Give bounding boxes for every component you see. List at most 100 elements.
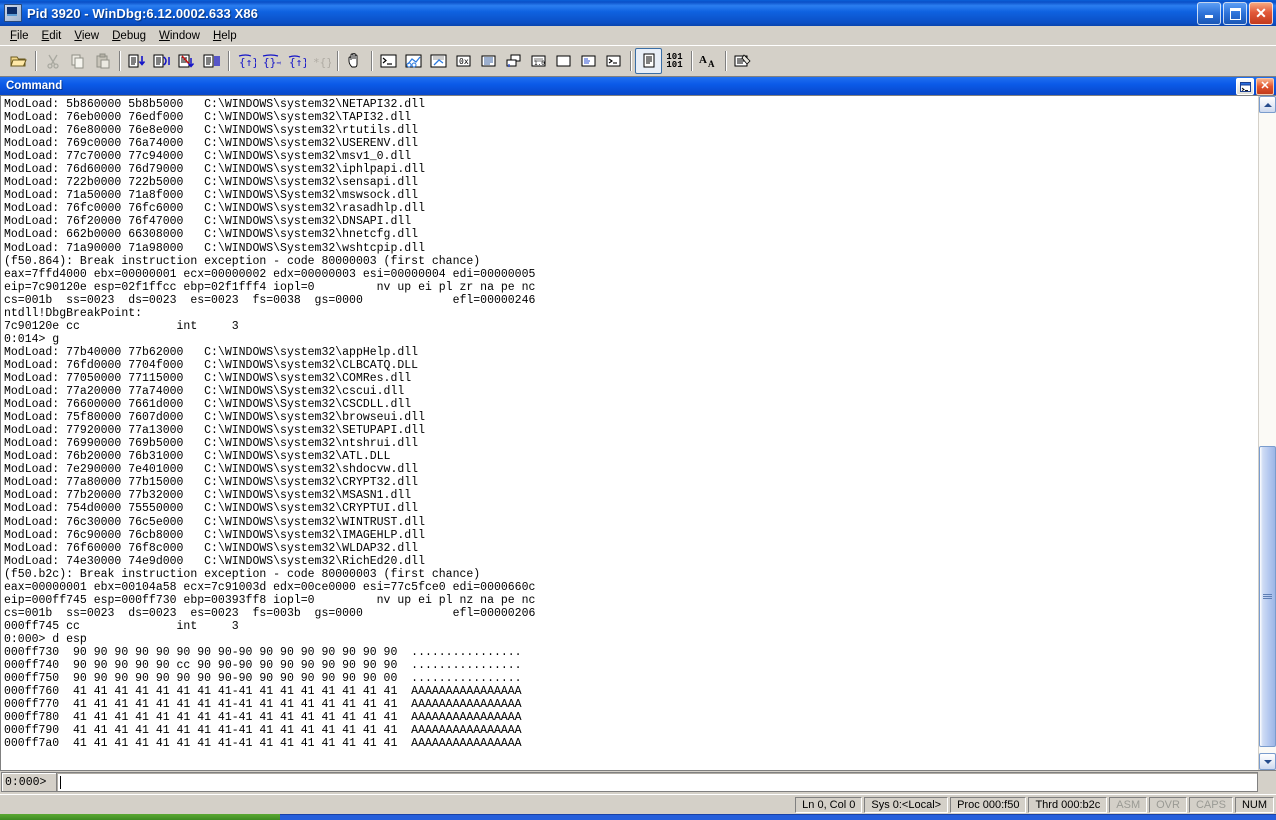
- cut-icon[interactable]: [40, 49, 65, 73]
- output-line: cs=001b ss=0023 ds=0023 es=0023 fs=003b …: [4, 606, 536, 620]
- prompt-label: 0:000>: [1, 772, 56, 792]
- command-close-button[interactable]: ✕: [1256, 78, 1274, 95]
- status-thread: Thrd 000:b2c: [1028, 797, 1108, 813]
- menu-view[interactable]: View: [68, 28, 106, 44]
- locals-window-icon[interactable]: [426, 49, 451, 73]
- status-message-area: [2, 797, 793, 813]
- svg-text:{↑}: {↑}: [289, 56, 306, 69]
- output-line: eip=000ff745 esp=000ff730 ebp=00393ff8 i…: [4, 593, 536, 607]
- trace-monitor-icon[interactable]: *{}: [308, 49, 333, 73]
- svg-text:0x: 0x: [459, 57, 469, 66]
- go-unhandled-icon[interactable]: {}→: [258, 49, 283, 73]
- trace-into-icon[interactable]: {↑}: [233, 49, 258, 73]
- output-line: eax=7ffd4000 ebx=00000001 ecx=00000002 e…: [4, 267, 536, 281]
- registers-window-icon[interactable]: 0x: [451, 49, 476, 73]
- toolbar-separator: [31, 50, 40, 72]
- output-line: 000ff790 41 41 41 41 41 41 41 41-41 41 4…: [4, 724, 522, 738]
- output-line: ModLoad: 74e30000 74e9d000 C:\WINDOWS\sy…: [4, 554, 425, 568]
- output-line: ModLoad: 76c90000 76cb8000 C:\WINDOWS\sy…: [4, 528, 425, 542]
- command-window: Command ✕ ModLoad: 5b860000 5b8b5000 C:\…: [0, 77, 1276, 794]
- menu-window[interactable]: Window: [153, 28, 207, 44]
- windbg-icon: [4, 4, 22, 22]
- output-line: ModLoad: 77a80000 77b15000 C:\WINDOWS\sy…: [4, 476, 419, 490]
- menu-file[interactable]: File: [4, 28, 36, 44]
- output-line: ModLoad: 76fd0000 7704f000 C:\WINDOWS\sy…: [4, 358, 419, 372]
- step-into-icon[interactable]: [124, 49, 149, 73]
- command-prompt-row: 0:000>: [0, 771, 1276, 794]
- step-over-icon[interactable]: [149, 49, 174, 73]
- svg-text:1.0: 1.0: [534, 60, 545, 67]
- output-line: 0:000> d esp: [4, 632, 87, 646]
- scrollbar-track[interactable]: [1259, 113, 1276, 753]
- output-line: 000ff750 90 90 90 90 90 90 90 90-90 90 9…: [4, 672, 522, 686]
- disassembly-window-icon[interactable]: 1.0: [526, 49, 551, 73]
- svg-text:{↑}: {↑}: [239, 56, 256, 69]
- output-line: (f50.b2c): Break instruction exception -…: [4, 567, 481, 581]
- menu-debug[interactable]: Debug: [106, 28, 153, 44]
- command-restore-button[interactable]: [1236, 78, 1254, 95]
- scrollbar-thumb[interactable]: [1259, 446, 1276, 747]
- paste-icon[interactable]: [90, 49, 115, 73]
- menu-edit[interactable]: Edit: [36, 28, 69, 44]
- output-line: ModLoad: 75f80000 7607d000 C:\WINDOWS\sy…: [4, 411, 425, 425]
- scroll-up-button[interactable]: [1259, 96, 1276, 113]
- go-handled-icon[interactable]: {↑}: [283, 49, 308, 73]
- break-hand-icon[interactable]: [342, 49, 367, 73]
- output-line: 000ff770 41 41 41 41 41 41 41 41-41 41 4…: [4, 698, 522, 712]
- close-button[interactable]: ✕: [1249, 2, 1273, 25]
- command-output-text[interactable]: ModLoad: 5b860000 5b8b5000 C:\WINDOWS\sy…: [1, 96, 1258, 770]
- command-window-title-bar: Command ✕: [0, 77, 1276, 95]
- output-line: ModLoad: 76e80000 76e8e000 C:\WINDOWS\sy…: [4, 124, 419, 138]
- run-to-cursor-icon[interactable]: [174, 49, 199, 73]
- output-line: ModLoad: 5b860000 5b8b5000 C:\WINDOWS\sy…: [4, 98, 425, 111]
- output-line: ModLoad: 754d0000 75550000 C:\WINDOWS\sy…: [4, 502, 419, 516]
- command-window-icon[interactable]: [376, 49, 401, 73]
- output-line: eip=7c90120e esp=02f1ffcc ebp=02f1fff4 i…: [4, 280, 536, 294]
- copy-icon[interactable]: [65, 49, 90, 73]
- menu-bar: File Edit View Debug Window Help: [0, 26, 1276, 46]
- start-button[interactable]: [0, 814, 280, 820]
- toolbar-separator: [626, 50, 635, 72]
- font-icon[interactable]: A A: [696, 49, 721, 73]
- maximize-restore-button[interactable]: [1223, 2, 1247, 25]
- vertical-scrollbar[interactable]: [1258, 96, 1276, 770]
- open-folder-icon[interactable]: [6, 49, 31, 73]
- status-line-col: Ln 0, Col 0: [795, 797, 863, 813]
- output-line: ModLoad: 77920000 77a13000 C:\WINDOWS\sy…: [4, 424, 425, 438]
- output-line: ModLoad: 76b20000 76b31000 C:\WINDOWS\sy…: [4, 450, 391, 464]
- status-system: Sys 0:<Local>: [864, 797, 949, 813]
- windows-taskbar: [0, 814, 1276, 820]
- title-bar: Pid 3920 - WinDbg:6.12.0002.633 X86 ✕: [0, 0, 1276, 26]
- output-line: ntdll!DbgBreakPoint:: [4, 306, 143, 320]
- command-input[interactable]: [56, 772, 1258, 792]
- svg-text:{}→: {}→: [263, 56, 281, 69]
- output-line: 000ff7a0 41 41 41 41 41 41 41 41-41 41 4…: [4, 737, 522, 751]
- toolbar-separator: [687, 50, 696, 72]
- scroll-down-button[interactable]: [1259, 753, 1276, 770]
- numeric-base-icon[interactable]: 101 101: [662, 49, 687, 73]
- scratch-pad-icon[interactable]: [551, 49, 576, 73]
- output-line: ModLoad: 7e290000 7e401000 C:\WINDOWS\sy…: [4, 463, 419, 477]
- toolbar-separator: [333, 50, 342, 72]
- output-line: ModLoad: 71a90000 71a98000 C:\WINDOWS\Sy…: [4, 241, 425, 255]
- watch-window-icon[interactable]: [401, 49, 426, 73]
- command-window-body: ModLoad: 5b860000 5b8b5000 C:\WINDOWS\sy…: [0, 95, 1276, 794]
- source-mode-icon[interactable]: [635, 48, 662, 74]
- output-line: 000ff760 41 41 41 41 41 41 41 41-41 41 4…: [4, 685, 522, 699]
- command-window-controls: ✕: [1236, 78, 1274, 95]
- toolbar: {↑} {}→ {↑} *{}: [0, 45, 1276, 78]
- output-line: ModLoad: 77b40000 77b62000 C:\WINDOWS\sy…: [4, 345, 419, 359]
- command-browser-icon[interactable]: [601, 49, 626, 73]
- calls-window-icon[interactable]: [501, 49, 526, 73]
- output-line: ModLoad: 76f20000 76f47000 C:\WINDOWS\sy…: [4, 215, 412, 229]
- output-line: cs=001b ss=0023 ds=0023 es=0023 fs=0038 …: [4, 293, 536, 307]
- status-num: NUM: [1234, 797, 1274, 813]
- options-icon[interactable]: [730, 49, 755, 73]
- memory-window-icon[interactable]: [476, 49, 501, 73]
- step-out-icon[interactable]: [199, 49, 224, 73]
- output-line: ModLoad: 76fc0000 76fc6000 C:\WINDOWS\sy…: [4, 202, 425, 216]
- menu-help[interactable]: Help: [207, 28, 244, 44]
- minimize-button[interactable]: [1197, 2, 1221, 25]
- svg-text:A: A: [708, 59, 715, 69]
- processes-threads-icon[interactable]: [576, 49, 601, 73]
